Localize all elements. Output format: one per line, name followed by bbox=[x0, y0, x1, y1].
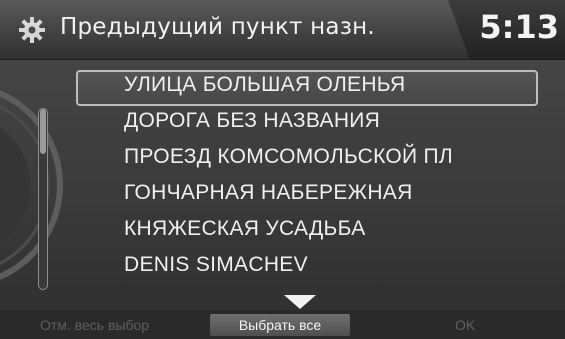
list-item-label: ПРОЕЗД КОМСОМОЛЬСКОЙ ПЛ bbox=[124, 145, 454, 168]
deselect-all-button[interactable]: Отм. весь выбор bbox=[40, 314, 149, 336]
destination-list: УЛИЦА БОЛЬШАЯ ОЛЕНЬЯ ДОРОГА БЕЗ НАЗВАНИЯ… bbox=[76, 70, 538, 286]
nav-screen: Предыдущий пункт назн. 5:13 УЛИЦА БОЛЬША… bbox=[0, 0, 565, 339]
select-all-button[interactable]: Выбрать все bbox=[210, 314, 350, 336]
scroll-down-arrow-icon[interactable] bbox=[282, 294, 318, 310]
list-item[interactable]: УЛИЦА БОЛЬШАЯ ОЛЕНЬЯ bbox=[76, 70, 538, 106]
page-title: Предыдущий пункт назн. bbox=[60, 14, 375, 40]
list-item-label: УЛИЦА БОЛЬШАЯ ОЛЕНЬЯ bbox=[124, 73, 406, 96]
gear-icon[interactable] bbox=[16, 14, 48, 46]
list-item[interactable]: DENIS SIMACHEV bbox=[76, 250, 538, 286]
action-bar: Отм. весь выбор Выбрать все OK bbox=[0, 310, 565, 339]
list-item[interactable]: ПРОЕЗД КОМСОМОЛЬСКОЙ ПЛ bbox=[76, 142, 538, 178]
list-item[interactable]: КНЯЖЕСКАЯ УСАДЬБА bbox=[76, 214, 538, 250]
list-item[interactable]: ДОРОГА БЕЗ НАЗВАНИЯ bbox=[76, 106, 538, 142]
list-item-label: КНЯЖЕСКАЯ УСАДЬБА bbox=[124, 217, 366, 240]
scrollbar-thumb[interactable] bbox=[40, 109, 46, 154]
list-scrollbar[interactable] bbox=[38, 108, 48, 290]
list-item-label: DENIS SIMACHEV bbox=[124, 253, 308, 276]
clock: 5:13 bbox=[479, 8, 559, 46]
list-item-label: ГОНЧАРНАЯ НАБЕРЕЖНАЯ bbox=[124, 181, 413, 204]
ok-button[interactable]: OK bbox=[455, 314, 475, 336]
list-item-label: ДОРОГА БЕЗ НАЗВАНИЯ bbox=[124, 109, 381, 132]
header-bar: Предыдущий пункт назн. 5:13 bbox=[0, 0, 565, 60]
list-item[interactable]: ГОНЧАРНАЯ НАБЕРЕЖНАЯ bbox=[76, 178, 538, 214]
